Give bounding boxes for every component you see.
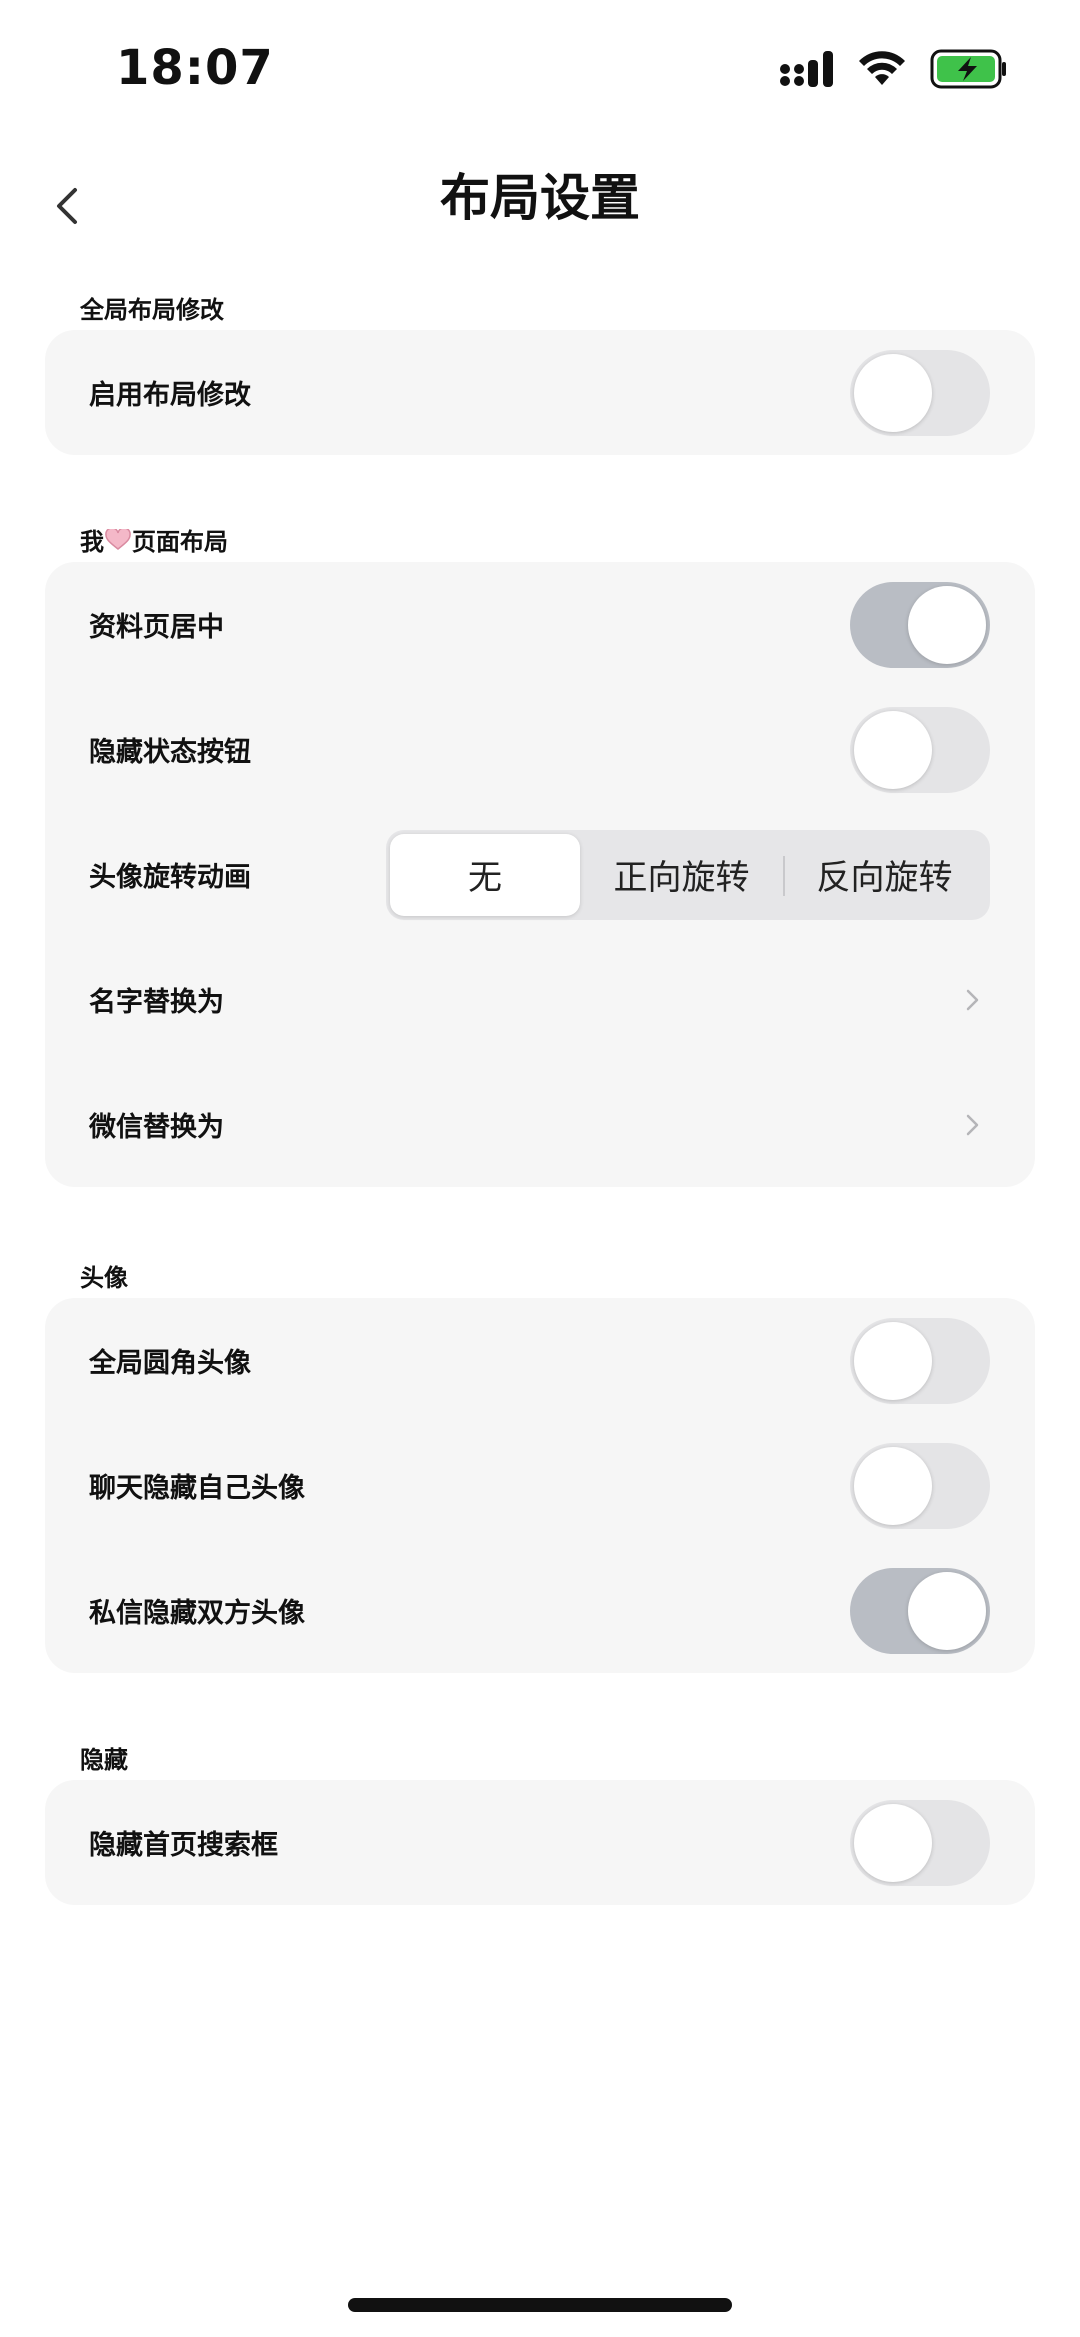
row-wechat-replace[interactable]: 微信替换为 bbox=[45, 1062, 1035, 1187]
card-avatar: 全局圆角头像 聊天隐藏自己头像 私信隐藏双方头像 bbox=[45, 1298, 1035, 1673]
toggle-knob bbox=[908, 585, 986, 664]
row-global-round-avatar: 全局圆角头像 bbox=[45, 1298, 1035, 1423]
row-dm-hide-both-avatars: 私信隐藏双方头像 bbox=[45, 1548, 1035, 1673]
chevron-right-icon bbox=[966, 1114, 979, 1135]
card-profile: 资料页居中 隐藏状态按钮 头像旋转动画 无 正向旋转 反向旋转 名字替换为 微信… bbox=[45, 562, 1035, 1187]
section-header-avatar: 头像 bbox=[80, 1264, 128, 1292]
toggle-global-round-avatar[interactable] bbox=[850, 1317, 990, 1404]
toggle-hide-home-search[interactable] bbox=[850, 1799, 990, 1886]
row-label: 微信替换为 bbox=[89, 1112, 224, 1143]
toggle-knob bbox=[854, 1446, 932, 1525]
toggle-knob bbox=[854, 1321, 932, 1400]
segment-forward[interactable]: 正向旋转 bbox=[580, 834, 783, 916]
row-profile-center: 资料页居中 bbox=[45, 562, 1035, 687]
row-name-replace[interactable]: 名字替换为 bbox=[45, 937, 1035, 1062]
status-icons bbox=[780, 48, 1008, 94]
toggle-hide-status-button[interactable] bbox=[850, 706, 990, 793]
wifi-icon bbox=[858, 51, 906, 91]
home-indicator[interactable] bbox=[348, 2298, 732, 2312]
row-label: 资料页居中 bbox=[89, 612, 224, 643]
row-hide-home-search: 隐藏首页搜索框 bbox=[45, 1780, 1035, 1905]
chevron-right-icon bbox=[966, 989, 979, 1010]
row-avatar-rotation: 头像旋转动画 无 正向旋转 反向旋转 bbox=[45, 812, 1035, 937]
status-time: 18:07 bbox=[116, 40, 274, 96]
row-label: 隐藏首页搜索框 bbox=[89, 1830, 278, 1861]
row-chat-hide-own-avatar: 聊天隐藏自己头像 bbox=[45, 1423, 1035, 1548]
row-label: 聊天隐藏自己头像 bbox=[89, 1473, 305, 1504]
toggle-chat-hide-own-avatar[interactable] bbox=[850, 1442, 990, 1529]
battery-charging-icon bbox=[930, 49, 1008, 93]
segment-reverse[interactable]: 反向旋转 bbox=[783, 834, 986, 916]
section-header-profile: 我 页面布局 bbox=[80, 522, 228, 557]
row-label: 私信隐藏双方头像 bbox=[89, 1598, 305, 1629]
page-title: 布局设置 bbox=[440, 169, 640, 227]
toggle-dm-hide-both-avatars[interactable] bbox=[850, 1567, 990, 1654]
row-label: 启用布局修改 bbox=[89, 380, 251, 411]
segment-none[interactable]: 无 bbox=[390, 833, 580, 916]
avatar-rotation-segmented-control: 无 正向旋转 反向旋转 bbox=[386, 829, 990, 920]
toggle-knob bbox=[854, 710, 932, 789]
cellular-signal-icon bbox=[780, 51, 834, 91]
toggle-knob bbox=[908, 1571, 986, 1650]
heart-icon bbox=[105, 528, 131, 551]
section-header-hide: 隐藏 bbox=[80, 1746, 128, 1774]
row-label: 全局圆角头像 bbox=[89, 1348, 251, 1379]
section-header-global: 全局布局修改 bbox=[80, 296, 224, 324]
toggle-profile-center[interactable] bbox=[850, 581, 990, 668]
toggle-enable-layout[interactable] bbox=[850, 349, 990, 436]
row-enable-layout: 启用布局修改 bbox=[45, 330, 1035, 455]
nav-bar: 布局设置 bbox=[0, 140, 1080, 280]
section-header-suffix: 页面布局 bbox=[132, 528, 228, 556]
toggle-knob bbox=[854, 353, 932, 432]
section-header-prefix: 我 bbox=[80, 528, 104, 556]
row-hide-status-button: 隐藏状态按钮 bbox=[45, 687, 1035, 812]
row-label: 名字替换为 bbox=[89, 987, 224, 1018]
card-global: 启用布局修改 bbox=[45, 330, 1035, 455]
row-label: 隐藏状态按钮 bbox=[89, 737, 251, 768]
toggle-knob bbox=[854, 1803, 932, 1882]
row-label: 头像旋转动画 bbox=[89, 862, 251, 893]
status-bar: 18:07 bbox=[0, 0, 1080, 140]
card-hide: 隐藏首页搜索框 bbox=[45, 1780, 1035, 1905]
